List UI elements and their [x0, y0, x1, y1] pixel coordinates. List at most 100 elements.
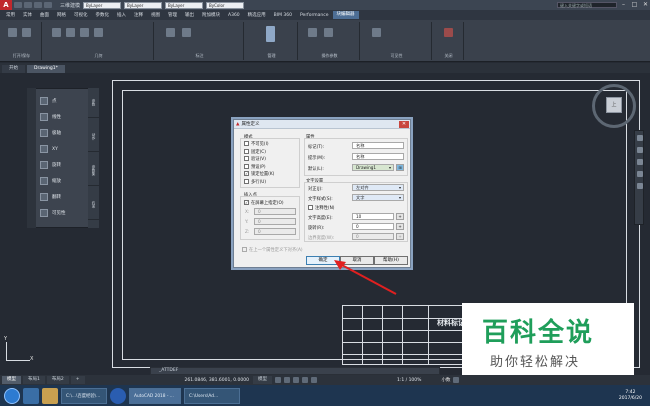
geometry-icon[interactable] [52, 28, 61, 37]
manage-icon[interactable] [266, 26, 275, 42]
ribbon-tab[interactable]: 可视化 [70, 12, 92, 18]
ie-icon[interactable] [23, 387, 39, 404]
ribbon-tab[interactable]: BIM 360 [270, 13, 296, 18]
mode-checkbox[interactable] [244, 148, 249, 154]
open-block-icon[interactable] [8, 28, 17, 37]
palette-item[interactable]: 点 [40, 96, 90, 106]
snap-icon[interactable] [283, 377, 290, 383]
add-layout-button[interactable]: + [70, 376, 85, 384]
pan-icon[interactable] [637, 147, 643, 153]
palette-tab[interactable]: 参数集 [88, 156, 99, 186]
ribbon-tab[interactable]: 精选应用 [244, 12, 270, 18]
ribbon-tab[interactable]: 块编辑器 [332, 11, 359, 19]
boundary-width-input[interactable]: 0 [352, 233, 394, 240]
model-space-button[interactable]: 模型 [252, 376, 272, 384]
layout-tab-layout2[interactable]: 布局2 [46, 376, 69, 384]
y-input[interactable]: 0 [254, 218, 296, 225]
parameter-icon[interactable] [308, 28, 317, 37]
action-icon[interactable] [324, 28, 333, 37]
dialog-title-bar[interactable]: ▲ 属性定义 ✕ [234, 120, 410, 129]
dimension-icon[interactable] [166, 28, 175, 37]
showmotion-icon[interactable] [637, 183, 643, 189]
viewcube-face[interactable]: 上 [606, 97, 622, 113]
zoom-icon[interactable] [637, 159, 643, 165]
palette-item[interactable]: 旋转 [40, 160, 90, 170]
taskbar-item-folder[interactable]: C:\...\百度经验\... [61, 387, 107, 404]
layout-tab-layout1[interactable]: 布局1 [23, 376, 45, 384]
tab-drawing1[interactable]: Drawing1* [27, 65, 65, 73]
taskbar-item-explorer[interactable]: C:\Users\Ad... [184, 387, 240, 404]
osnap-icon[interactable] [310, 377, 317, 383]
tag-input[interactable]: 名称 [352, 142, 404, 149]
tab-start[interactable]: 开始 [2, 65, 25, 73]
palette-item[interactable]: 可见性 [40, 208, 90, 218]
explorer-icon[interactable] [42, 387, 58, 404]
ribbon-tab[interactable]: Performance [296, 13, 333, 18]
linetype-select[interactable]: ByLayer [124, 1, 163, 9]
palette-tab[interactable]: 约束 [88, 190, 99, 220]
ribbon-tab[interactable]: 网格 [53, 12, 70, 18]
align-below-checkbox[interactable] [242, 247, 247, 252]
start-button-icon[interactable] [4, 387, 20, 404]
ribbon-tab[interactable]: 实体 [19, 12, 36, 18]
palette-item[interactable]: 线性 [40, 112, 90, 122]
palette-item[interactable]: XY [40, 144, 90, 154]
search-input[interactable]: 键入关键字或短语 [557, 2, 617, 8]
minimize-icon[interactable]: – [619, 1, 628, 9]
mode-checkbox[interactable] [244, 163, 249, 169]
plotstyle-select[interactable]: ByColor [206, 1, 245, 9]
geometry-icon[interactable] [80, 28, 89, 37]
palette-tab[interactable]: 参数 [88, 88, 99, 118]
mode-checkbox[interactable]: ✓ [244, 171, 249, 176]
customize-icon[interactable] [453, 377, 460, 383]
ribbon-tab[interactable]: 注释 [130, 12, 147, 18]
mode-checkbox[interactable] [244, 141, 249, 146]
quick-access-save-icon[interactable] [34, 2, 42, 8]
x-input[interactable]: 0 [254, 208, 296, 215]
rotation-input[interactable]: 0 [352, 223, 394, 230]
justify-select[interactable]: 左对齐 [352, 184, 404, 191]
ribbon-tab[interactable]: 视图 [147, 12, 164, 18]
ribbon-tab[interactable]: 常用 [2, 12, 19, 18]
text-height-input[interactable]: 10 [352, 213, 394, 220]
polar-icon[interactable] [301, 377, 308, 383]
palette-item[interactable]: 极轴 [40, 128, 90, 138]
lineweight-select[interactable]: ByLayer [165, 1, 204, 9]
baidu-icon[interactable] [110, 387, 126, 404]
specify-onscreen-checkbox[interactable]: ✓ [244, 200, 249, 205]
close-block-editor-icon[interactable] [444, 28, 453, 37]
annotative-checkbox[interactable] [308, 205, 313, 210]
palette-item[interactable]: 缩放 [40, 176, 90, 186]
ortho-icon[interactable] [292, 377, 299, 383]
steering-wheel-icon[interactable] [637, 135, 643, 141]
ribbon-tab[interactable]: A360 [224, 13, 244, 18]
palette-tab[interactable]: 动作 [88, 122, 99, 152]
layout-tab-model[interactable]: 模型 [2, 376, 21, 384]
dimension-icon[interactable] [182, 28, 191, 37]
default-input[interactable]: Drawing1 [352, 164, 394, 171]
annotation-scale[interactable]: 1:1 / 100% [397, 378, 421, 383]
command-line[interactable]: _ATTDEF [150, 367, 440, 375]
mode-checkbox[interactable] [244, 178, 249, 184]
boundary-width-pick-button[interactable]: + [396, 233, 404, 240]
units-display[interactable]: 小数 [441, 377, 450, 383]
mode-checkbox[interactable] [244, 156, 249, 161]
text-height-pick-button[interactable]: + [396, 213, 404, 220]
taskbar-item-autocad[interactable]: AutoCAD 2018 - ... [129, 387, 181, 404]
ribbon-tab[interactable]: 管理 [164, 12, 181, 18]
maximize-icon[interactable]: □ [630, 1, 639, 9]
palette-item[interactable]: 翻转 [40, 192, 90, 202]
palette-title-strip[interactable] [27, 88, 36, 228]
rotation-pick-button[interactable]: + [396, 223, 404, 230]
dialog-close-button[interactable]: ✕ [399, 120, 409, 128]
text-style-select[interactable]: 文字 [352, 194, 404, 201]
orbit-icon[interactable] [637, 171, 643, 177]
z-input[interactable]: 0 [254, 228, 296, 235]
ribbon-tab[interactable]: 参数化 [92, 12, 114, 18]
insert-field-button[interactable]: ⊞ [396, 164, 404, 171]
quick-access-new-icon[interactable] [14, 2, 22, 8]
autocad-logo-icon[interactable]: A [0, 0, 12, 10]
visibility-icon[interactable] [372, 28, 381, 37]
close-icon[interactable]: ✕ [641, 1, 650, 9]
geometry-icon[interactable] [66, 28, 75, 37]
